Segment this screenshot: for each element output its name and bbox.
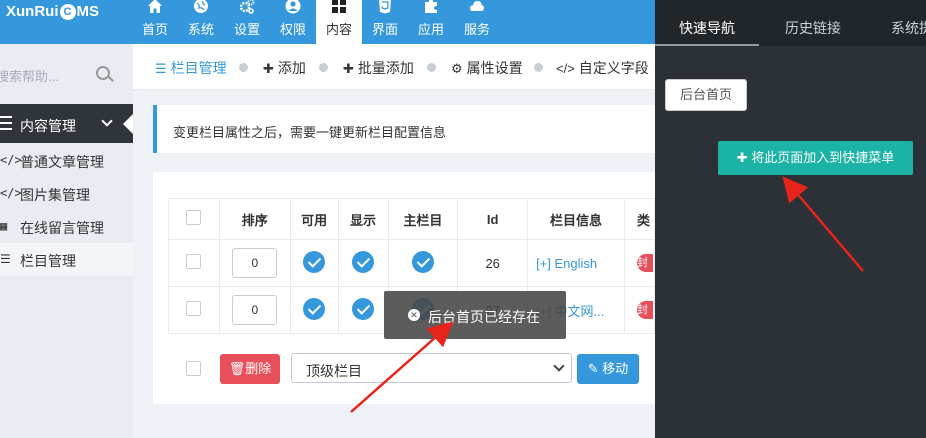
home-icon — [132, 0, 178, 14]
toast-message: ✕ 后台首页已经存在 — [384, 291, 566, 339]
quick-home-button[interactable]: 后台首页 — [665, 79, 747, 111]
sidebar-item-categories[interactable]: ☰ 栏目管理 — [0, 243, 133, 276]
code-icon: </> — [0, 153, 22, 167]
bottom-select-all-checkbox[interactable] — [186, 361, 201, 376]
quick-nav-drawer: 快速导航 历史链接 系统提 后台首页 ✚ 将此页面加入到快捷菜单 — [655, 0, 926, 438]
table-header-row: 排序 可用 显示 主栏目 Id 栏目信息 类 — [168, 198, 656, 240]
chevron-down-icon — [101, 115, 113, 127]
puzzle-icon — [408, 0, 454, 14]
nav-apps[interactable]: 应用 — [408, 0, 454, 44]
nav-content[interactable]: 内容 — [316, 0, 362, 44]
top-navbar: XunRui C MS 首页 系统 设置 权限 内容 界面 应用 服务 — [0, 0, 655, 44]
col-visible: 显示 — [337, 198, 389, 240]
col-enabled: 可用 — [289, 198, 339, 240]
col-category-info: 栏目信息 — [527, 198, 625, 240]
col-id[interactable]: Id — [457, 198, 529, 240]
user-icon — [270, 0, 316, 14]
menu-icon — [0, 116, 12, 130]
col-order[interactable]: 排序 — [218, 198, 291, 240]
breadcrumb: ☰ 栏目管理 ✚ 添加 ✚ 批量添加 ⚙ 属性设置 </> 自定义字段 — [133, 44, 655, 90]
grid-icon — [316, 0, 362, 14]
list-icon: ☰ — [155, 61, 167, 76]
select-all-checkbox[interactable] — [186, 210, 202, 225]
check-circle-icon[interactable] — [303, 297, 326, 320]
separator-dot — [534, 63, 543, 72]
active-tab-indicator — [655, 44, 759, 46]
list-icon: ☰ — [0, 252, 11, 266]
select-all-cell — [168, 198, 220, 240]
status-badge: 封 — [636, 301, 653, 319]
add-to-quick-menu-button[interactable]: ✚ 将此页面加入到快捷菜单 — [718, 141, 913, 175]
sidebar-section-content[interactable]: 内容管理 — [0, 104, 133, 143]
tab-add[interactable]: ✚ 添加 — [263, 58, 306, 78]
tab-custom-fields[interactable]: </> 自定义字段 — [556, 58, 649, 78]
sidebar-item-guestbook[interactable]: ▦ 在线留言管理 — [0, 210, 133, 243]
active-pointer — [123, 114, 133, 134]
sidebar-item-articles[interactable]: </> 普通文章管理 — [0, 144, 133, 177]
notice-box: 变更栏目属性之后，需要一键更新栏目配置信息 — [153, 105, 655, 153]
trash-icon: 🗑 — [228, 361, 246, 376]
check-circle-icon[interactable] — [411, 250, 434, 273]
code-icon: </> — [556, 61, 575, 76]
tab-category-manage[interactable]: ☰ 栏目管理 — [155, 58, 227, 78]
tab-batch-add[interactable]: ✚ 批量添加 — [343, 58, 414, 78]
order-input[interactable]: 0 — [232, 295, 278, 325]
col-type: 类 — [623, 198, 656, 240]
target-category-select[interactable]: 顶级栏目 — [291, 353, 572, 383]
nav-home[interactable]: 首页 — [132, 0, 178, 44]
sidebar-item-gallery[interactable]: </> 图片集管理 — [0, 177, 133, 210]
globe-icon — [178, 0, 224, 14]
close-circle-icon: ✕ — [408, 309, 420, 321]
plus-icon: ✚ — [263, 61, 274, 76]
search-icon[interactable] — [96, 66, 110, 80]
logo[interactable]: XunRui C MS — [6, 3, 99, 20]
table-row: 0 26 [+] English 封 — [168, 239, 656, 287]
search-input[interactable]: 搜索帮助... — [0, 66, 59, 85]
tab-history-links[interactable]: 历史链接 — [785, 18, 841, 38]
tab-attribute-settings[interactable]: ⚙ 属性设置 — [451, 58, 523, 78]
tab-quick-nav[interactable]: 快速导航 — [679, 18, 735, 38]
status-badge: 封 — [636, 254, 653, 272]
edit-icon: ✎ — [587, 361, 603, 376]
delete-button[interactable]: 🗑删除 — [220, 354, 280, 384]
plus-icon: ✚ — [343, 61, 354, 76]
nav-permissions[interactable]: 权限 — [270, 0, 316, 44]
sidebar-search[interactable]: 搜索帮助... — [0, 58, 122, 88]
main-content: ☰ 栏目管理 ✚ 添加 ✚ 批量添加 ⚙ 属性设置 </> 自定义字段 变更栏目属性之后，… — [133, 44, 656, 438]
nav-interface[interactable]: 界面 — [362, 0, 408, 44]
nav-services[interactable]: 服务 — [454, 0, 500, 44]
html5-icon — [362, 0, 408, 14]
separator-dot — [319, 63, 328, 72]
plus-icon: ✚ — [736, 150, 752, 165]
order-input[interactable]: 0 — [232, 248, 278, 278]
gears-icon — [224, 0, 270, 14]
row-id: 26 — [457, 239, 529, 287]
separator-dot — [427, 63, 436, 72]
check-circle-icon[interactable] — [352, 250, 375, 273]
gear-icon: ⚙ — [451, 61, 463, 76]
table-icon: ▦ — [0, 219, 8, 233]
nav-system[interactable]: 系统 — [178, 0, 224, 44]
category-link[interactable]: [+] English — [527, 239, 625, 287]
drawer-tabs: 快速导航 历史链接 系统提 — [655, 0, 926, 46]
move-button[interactable]: ✎ 移动 — [577, 354, 639, 384]
separator-dot — [239, 63, 248, 72]
main-nav: 首页 系统 设置 权限 内容 界面 应用 服务 — [132, 0, 500, 44]
chevron-down-icon — [553, 360, 565, 372]
nav-settings[interactable]: 设置 — [224, 0, 270, 44]
col-main-category: 主栏目 — [387, 198, 459, 240]
sidebar: 搜索帮助... 内容管理 </> 普通文章管理 </> 图片集管理 ▦ 在线留言… — [0, 44, 133, 438]
row-checkbox[interactable] — [186, 301, 202, 316]
cloud-icon — [454, 0, 500, 14]
code-icon: </> — [0, 186, 22, 200]
tab-system[interactable]: 系统提 — [891, 18, 926, 38]
check-circle-icon[interactable] — [303, 250, 326, 273]
row-checkbox[interactable] — [186, 254, 202, 269]
check-circle-icon[interactable] — [352, 297, 375, 320]
